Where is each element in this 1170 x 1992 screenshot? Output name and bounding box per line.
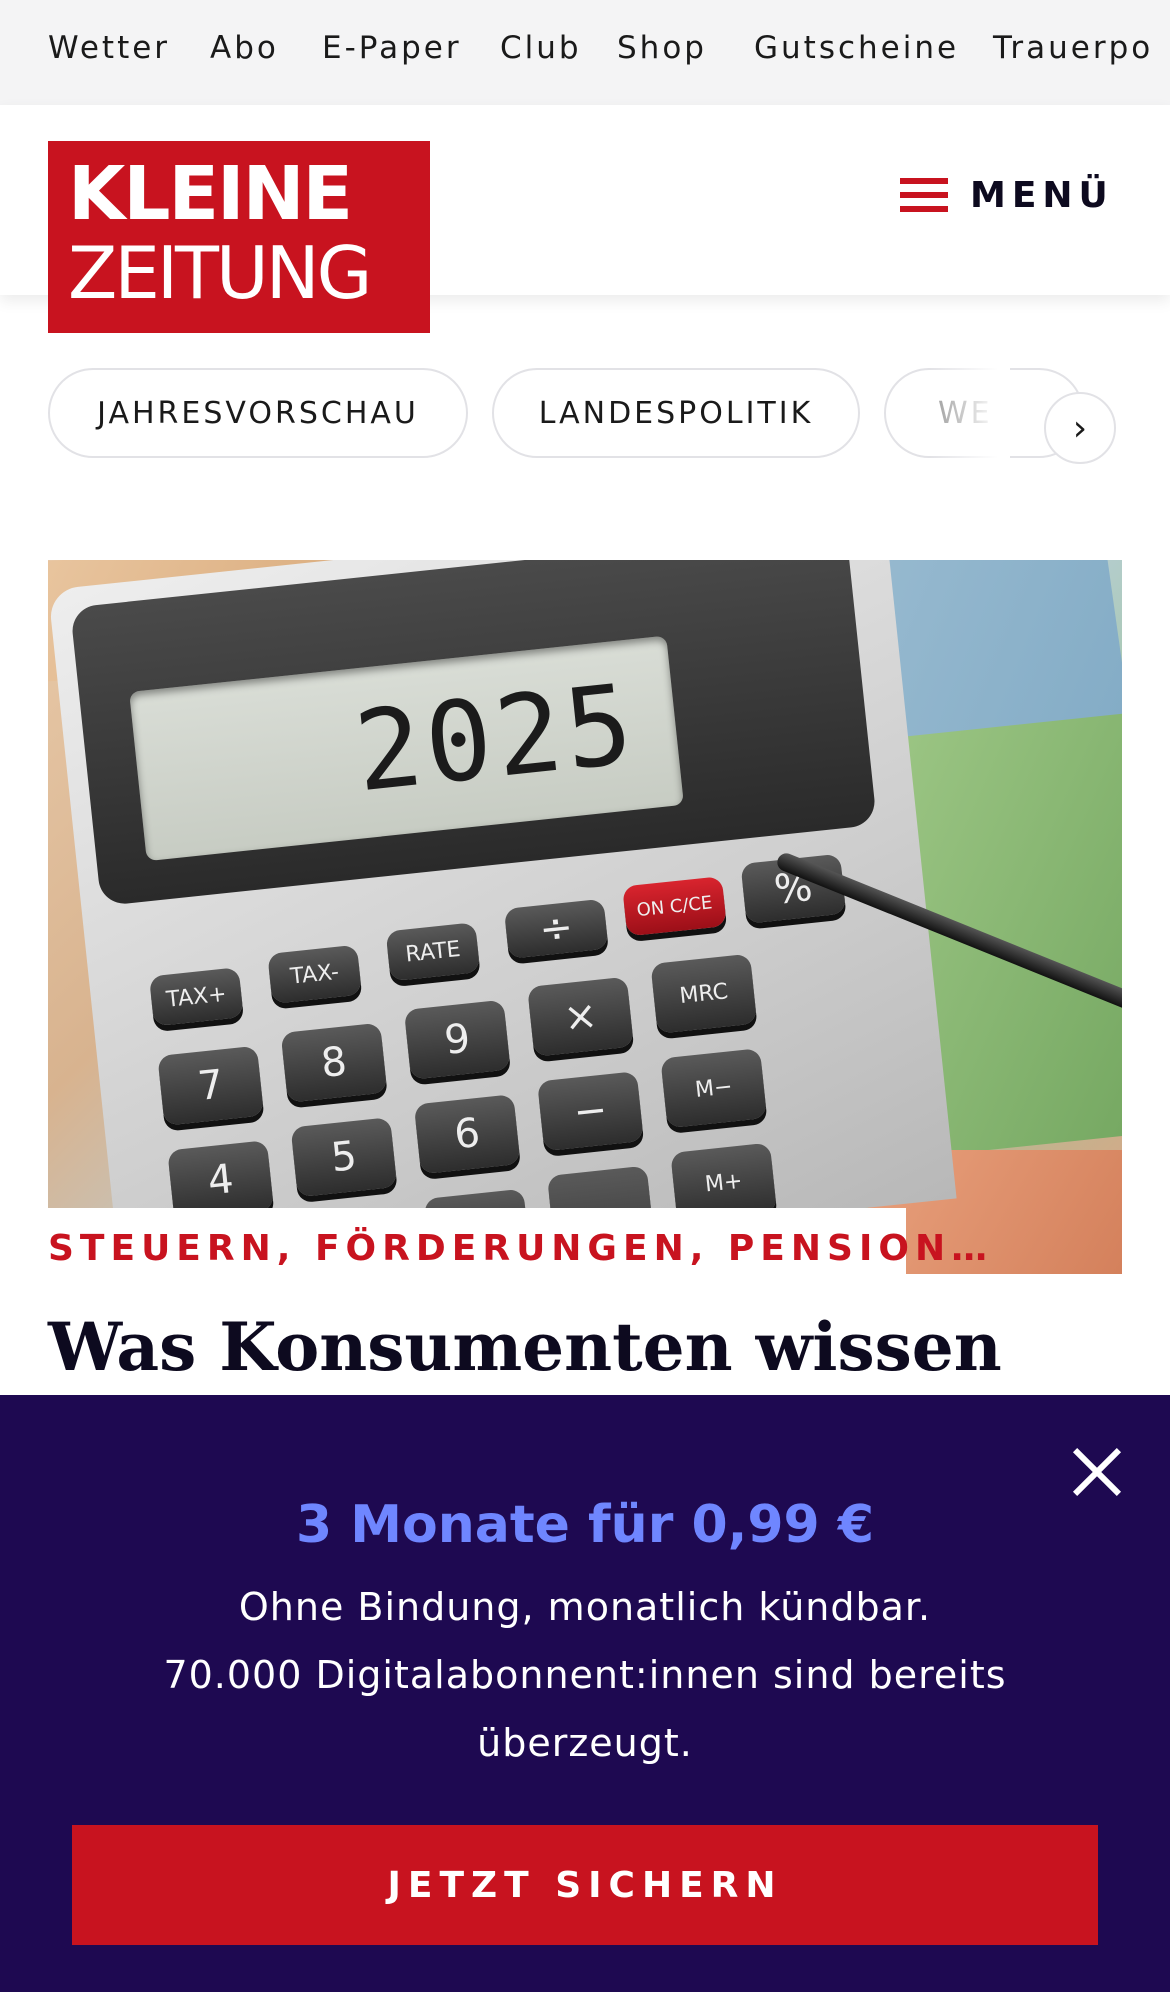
key-divide: ÷ [503, 898, 609, 959]
close-icon[interactable] [1070, 1445, 1126, 1501]
pills-fade [930, 368, 1010, 460]
promo-offer: 3 Monate für 0,99 € [295, 1495, 875, 1555]
subscription-promo: 3 Monate für 0,99 € Ohne Bindung, monatl… [0, 1395, 1170, 1992]
key-mrc: MRC [650, 953, 758, 1034]
chevron-right-icon[interactable]: › [1044, 392, 1116, 464]
pill-landespolitik[interactable]: LANDESPOLITIK [492, 368, 860, 458]
key-on: ON C/CE [622, 876, 727, 937]
topic-pills: JAHRESVORSCHAU LANDESPOLITIK WE › [0, 368, 1170, 464]
nav-link-wetter[interactable]: Wetter [48, 30, 170, 66]
promo-text: Ohne Bindung, monatlich kündbar. 70.000 … [120, 1573, 1050, 1777]
hero-image[interactable]: 2025 TAX+ TAX- RATE ÷ ON C/CE % 7 8 9 × … [48, 560, 1122, 1274]
article-kicker[interactable]: STEUERN, FÖRDERUNGEN, PENSION… [48, 1228, 993, 1269]
subscribe-button[interactable]: JETZT SICHERN [72, 1825, 1098, 1945]
nav-link-abo[interactable]: Abo [210, 30, 279, 66]
calculator-screen: 2025 [129, 635, 684, 862]
nav-link-epaper[interactable]: E-Paper [322, 30, 462, 66]
promo-line2: 70.000 Digitalabonnent:innen sind bereit… [163, 1653, 1007, 1765]
site-logo[interactable]: KLEINE ZEITUNG [48, 141, 430, 333]
menu-button[interactable]: MENÜ [900, 165, 1114, 225]
logo-line2: ZEITUNG [68, 231, 372, 315]
nav-link-trauerportal[interactable]: Trauerpo [993, 30, 1153, 66]
article-headline[interactable]: Was Konsumenten wissen [48, 1308, 1002, 1386]
key-7: 7 [157, 1045, 265, 1126]
menu-label: MENÜ [970, 174, 1114, 216]
key-m-minus: M− [660, 1048, 768, 1129]
key-tax-minus: TAX- [267, 944, 362, 1004]
nav-link-gutscheine[interactable]: Gutscheine [754, 30, 959, 66]
key-9: 9 [403, 999, 511, 1080]
pill-jahresvorschau[interactable]: JAHRESVORSCHAU [48, 368, 468, 458]
key-tax-plus: TAX+ [148, 967, 244, 1027]
calculator: 2025 TAX+ TAX- RATE ÷ ON C/CE % 7 8 9 × … [48, 560, 957, 1274]
hamburger-icon [900, 178, 948, 212]
key-5: 5 [290, 1117, 398, 1198]
nav-link-shop[interactable]: Shop [617, 30, 707, 66]
key-8: 8 [280, 1022, 388, 1103]
nav-link-club[interactable]: Club [500, 30, 582, 66]
key-rate: RATE [385, 922, 481, 982]
key-multiply: × [527, 976, 634, 1057]
top-utility-nav: Wetter Abo E-Paper Club Shop Gutscheine … [0, 0, 1170, 105]
calculator-top: 2025 [69, 560, 878, 907]
key-minus: − [537, 1071, 644, 1152]
promo-line1: Ohne Bindung, monatlich kündbar. [238, 1585, 932, 1629]
logo-line1: KLEINE [68, 151, 353, 237]
calculator-display: 2025 [349, 659, 642, 817]
key-6: 6 [413, 1094, 521, 1175]
